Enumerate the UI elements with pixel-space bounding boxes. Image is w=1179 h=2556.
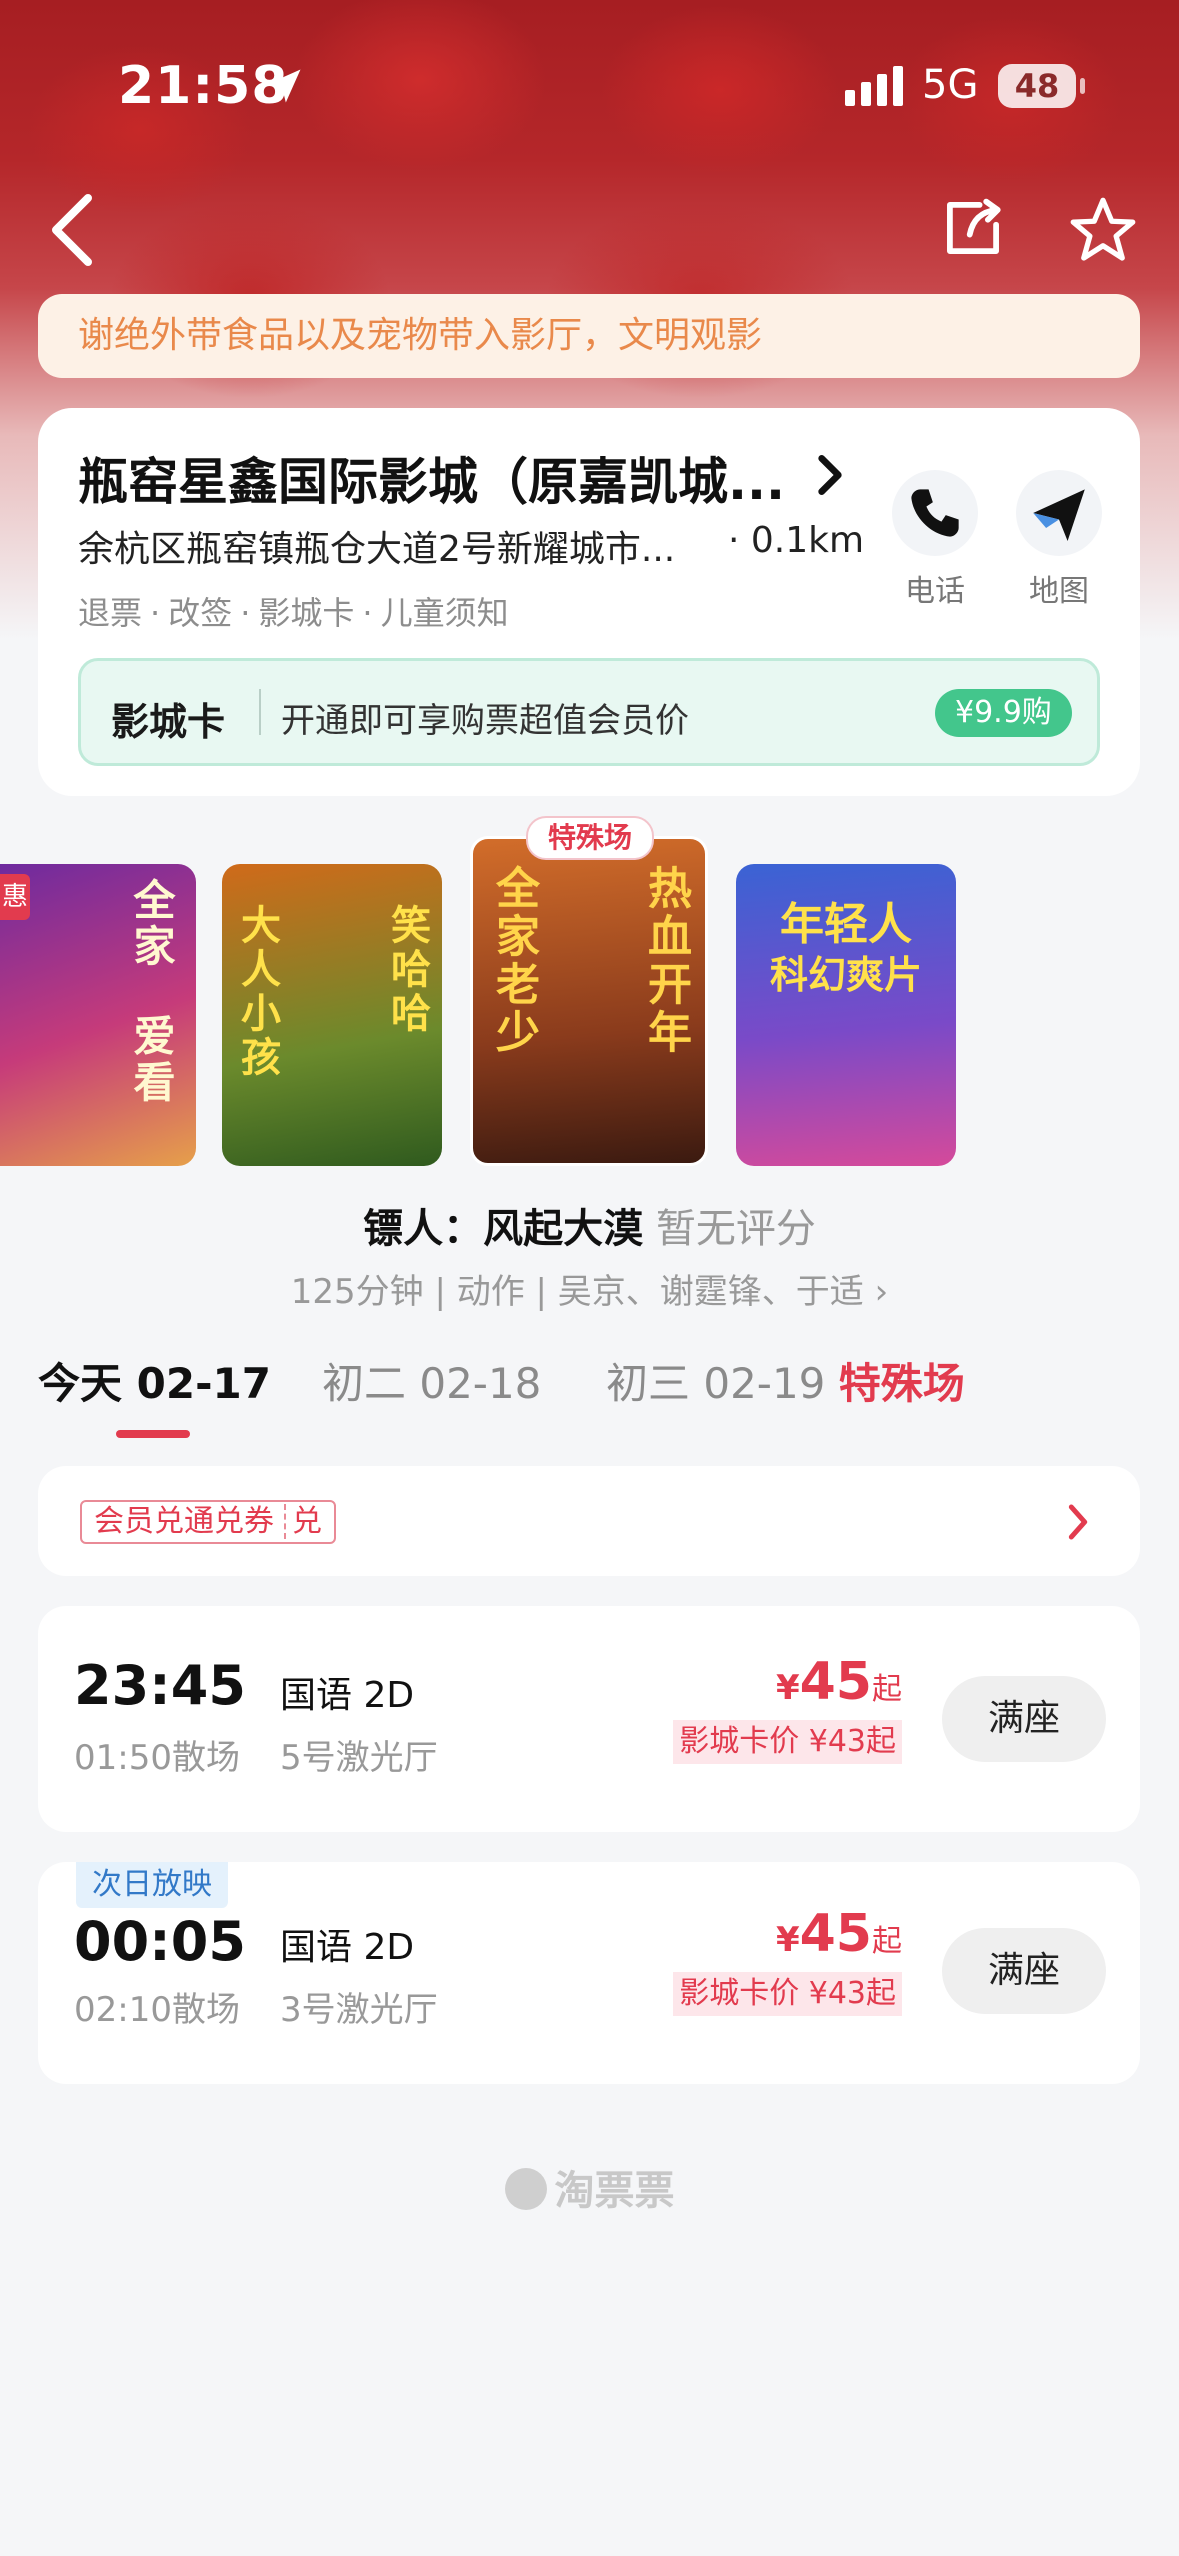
share-icon[interactable] bbox=[940, 195, 1006, 261]
poster-4-text-a: 年轻人 bbox=[780, 899, 912, 950]
phone-button[interactable] bbox=[892, 470, 978, 556]
phone-icon bbox=[911, 489, 959, 537]
battery-icon: 48 bbox=[998, 64, 1076, 108]
tag-refund[interactable]: 退票 bbox=[78, 594, 142, 632]
showtime-start: 23:45 bbox=[74, 1654, 246, 1717]
showtime-language: 国语 2D bbox=[280, 1927, 415, 1968]
cinema-address[interactable]: 余杭区瓶窑镇瓶仓大道2号新耀城市... bbox=[78, 520, 675, 572]
coupon-suffix: 兑 bbox=[292, 1504, 322, 1539]
showtime-hall: 3号激光厅 bbox=[280, 1990, 438, 2030]
battery-nub bbox=[1080, 78, 1085, 94]
date-tabs: 今天 02-17 初二 02-18 初三 02-19 特殊场 bbox=[38, 1350, 1148, 1430]
tab-date-0219[interactable]: 初三 02-19 特殊场 bbox=[606, 1350, 965, 1411]
footer-brand-logo: 淘票票 bbox=[0, 2158, 1179, 2216]
showtime-row[interactable]: 23:45 01:50散场 国语 2D 5号激光厅 ¥45起 影城卡价 ¥43起… bbox=[38, 1606, 1140, 1832]
showtime-hall: 5号激光厅 bbox=[280, 1738, 438, 1778]
favorite-star-icon[interactable] bbox=[1068, 195, 1138, 265]
member-card-title: 影城卡 bbox=[111, 700, 226, 744]
poster-1-text-a: 全家 bbox=[127, 878, 176, 970]
coupon-row[interactable]: 会员兑通兑券兑 bbox=[38, 1466, 1140, 1576]
tab-date-0218[interactable]: 初二 02-18 bbox=[322, 1350, 541, 1411]
location-arrow-icon bbox=[267, 69, 301, 103]
map-navigation-icon bbox=[1033, 489, 1085, 541]
map-label[interactable]: 地图 bbox=[1016, 566, 1102, 610]
sold-out-button[interactable]: 满座 bbox=[942, 1676, 1106, 1762]
tag-children-notice[interactable]: 儿童须知 bbox=[381, 594, 509, 632]
phone-label[interactable]: 电话 bbox=[892, 566, 978, 610]
poster-4-text-b: 科幻爽片 bbox=[769, 953, 922, 997]
member-card-buy-button[interactable]: ¥9.9购 bbox=[935, 689, 1072, 737]
poster-3-text-b: 热血开年 bbox=[640, 865, 691, 1057]
tag-cinema-card[interactable]: 影城卡 bbox=[258, 594, 354, 632]
cinema-info-card: 瓶窑星鑫国际影城（原嘉凯城... 余杭区瓶窑镇瓶仓大道2号新耀城市... · 0… bbox=[38, 408, 1140, 796]
cinema-member-card-bar[interactable]: 影城卡 开通即可享购票超值会员价 ¥9.9购 bbox=[78, 658, 1100, 766]
cinema-name[interactable]: 瓶窑星鑫国际影城（原嘉凯城... bbox=[78, 442, 785, 514]
cinema-card-price: 影城卡价 ¥43起 bbox=[673, 1972, 902, 2016]
cinema-policy-tags[interactable]: 退票 · 改签 · 影城卡 · 儿童须知 bbox=[78, 588, 509, 634]
showtime-price: ¥45起 bbox=[775, 1652, 902, 1712]
member-divider bbox=[259, 689, 261, 735]
special-screening-badge: 特殊场 bbox=[526, 816, 654, 860]
tab-special-label: 特殊场 bbox=[838, 1359, 965, 1408]
next-day-badge: 次日放映 bbox=[76, 1862, 228, 1908]
status-bar: 21:58 5G 48 bbox=[0, 0, 1179, 130]
movie-title: 镖人：风起大漠 bbox=[363, 1206, 644, 1252]
tab-date-today[interactable]: 今天 02-17 bbox=[38, 1350, 271, 1411]
sold-out-button[interactable]: 满座 bbox=[942, 1928, 1106, 2014]
showtime-row[interactable]: 次日放映 00:05 02:10散场 国语 2D 3号激光厅 ¥45起 影城卡价… bbox=[38, 1862, 1140, 2084]
signal-icon bbox=[845, 66, 903, 106]
movie-meta[interactable]: 125分钟 | 动作 | 吴京、谢霆锋、于适 › bbox=[0, 1264, 1179, 1313]
coupon-label: 会员兑通兑券 bbox=[94, 1504, 274, 1539]
notice-banner: 谢绝外带食品以及宠物带入影厅，文明观影 bbox=[38, 294, 1140, 378]
movie-poster-3-selected[interactable]: 全家老少 热血开年 bbox=[470, 836, 708, 1166]
discount-badge: 惠 bbox=[0, 874, 30, 920]
back-icon[interactable] bbox=[40, 190, 100, 270]
cinema-distance: · 0.1km bbox=[728, 520, 865, 561]
tab-date-0219-label: 初三 02-19 bbox=[606, 1359, 826, 1408]
active-tab-indicator bbox=[116, 1430, 190, 1438]
map-button[interactable] bbox=[1016, 470, 1102, 556]
movie-poster-4[interactable]: 年轻人 科幻爽片 bbox=[736, 864, 956, 1166]
showtime-start: 00:05 bbox=[74, 1910, 246, 1973]
network-type: 5G bbox=[922, 62, 979, 108]
showtime-price: ¥45起 bbox=[775, 1904, 902, 1964]
movie-title-line[interactable]: 镖人：风起大漠 暂无评分 bbox=[0, 1196, 1179, 1254]
showtime-language: 国语 2D bbox=[280, 1675, 415, 1716]
poster-1-text-b: 爱看 bbox=[127, 1014, 176, 1106]
poster-3-text-a: 全家老少 bbox=[488, 865, 539, 1057]
chevron-right-icon[interactable] bbox=[1066, 1502, 1090, 1542]
movie-poster-2[interactable]: 大人小孩 笑哈哈 bbox=[222, 864, 442, 1166]
showtime-end: 01:50散场 bbox=[74, 1738, 240, 1778]
poster-2-text-b: 笑哈哈 bbox=[384, 904, 430, 1036]
showtime-end: 02:10散场 bbox=[74, 1990, 240, 2030]
tag-reschedule[interactable]: 改签 bbox=[168, 594, 232, 632]
chevron-right-icon[interactable] bbox=[813, 450, 847, 500]
footer-brand: 淘票票 bbox=[554, 2168, 675, 2214]
cinema-card-price: 影城卡价 ¥43起 bbox=[673, 1720, 902, 1764]
brand-logo-icon bbox=[504, 2168, 547, 2210]
coupon-tag: 会员兑通兑券兑 bbox=[80, 1500, 336, 1544]
member-card-description: 开通即可享购票超值会员价 bbox=[281, 701, 689, 741]
poster-2-text-a: 大人小孩 bbox=[234, 904, 280, 1080]
movie-rating: 暂无评分 bbox=[655, 1206, 816, 1252]
